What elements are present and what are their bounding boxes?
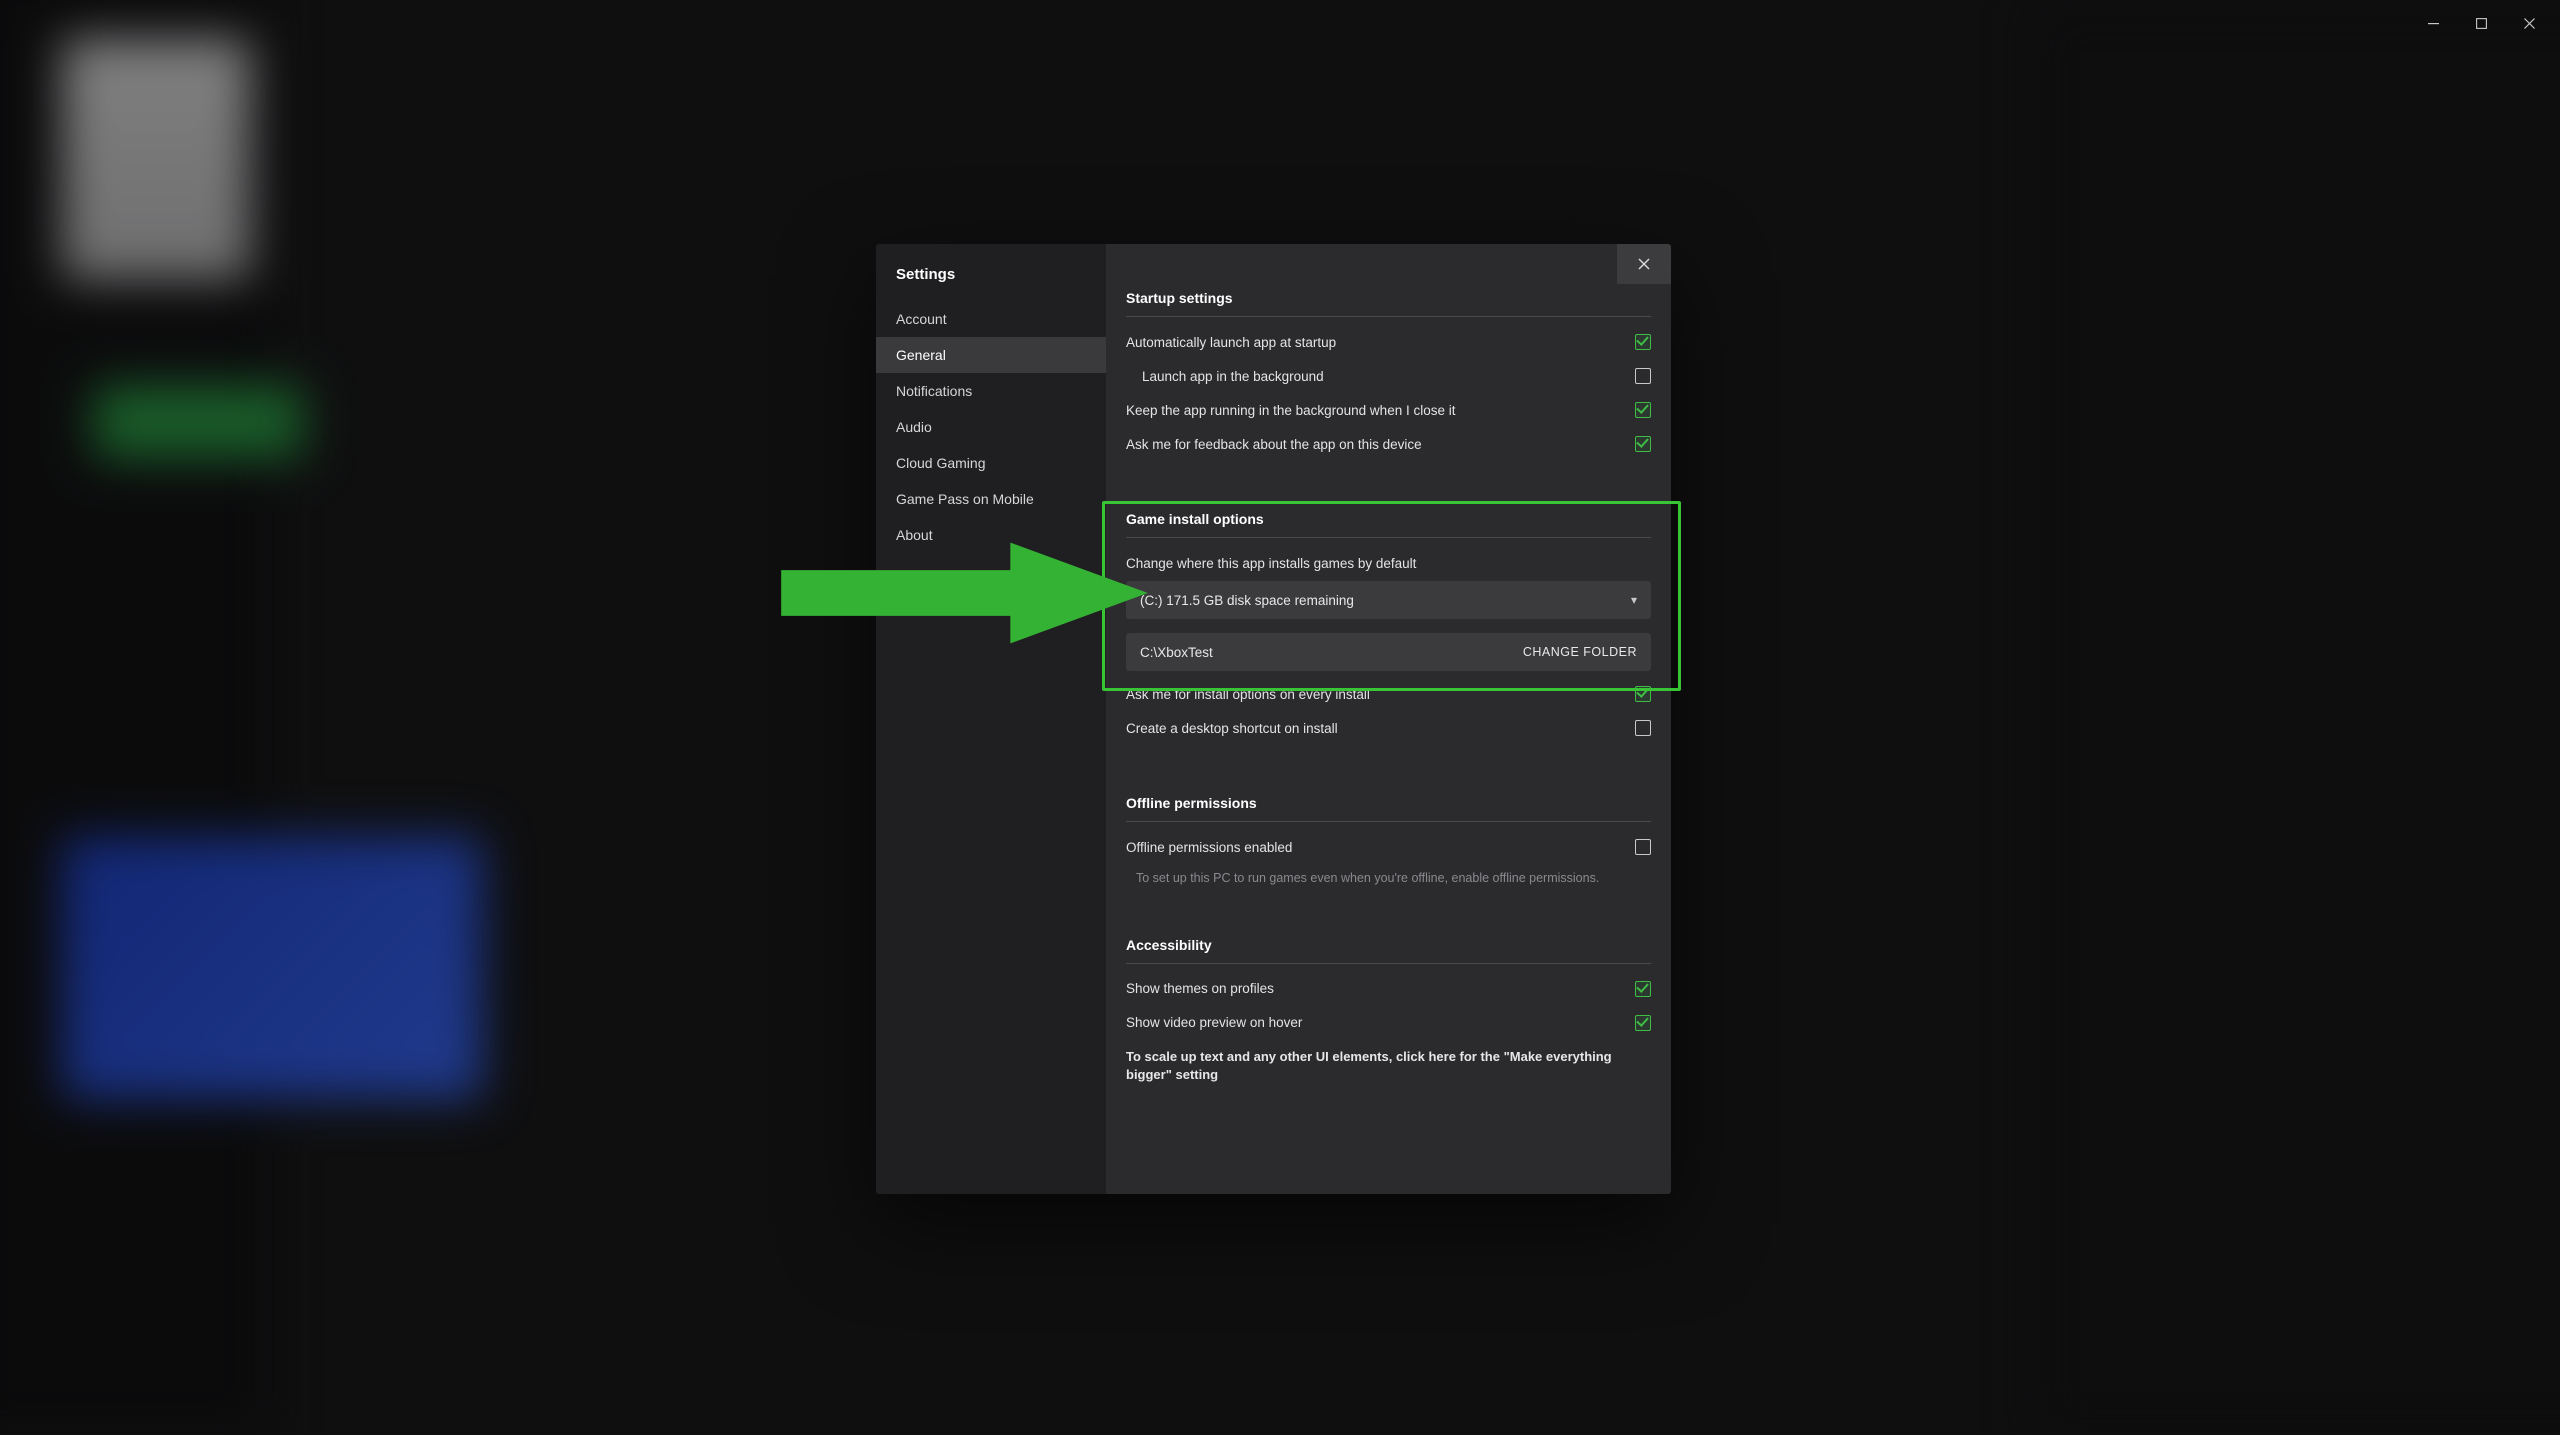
section-divider [1126,963,1651,964]
chevron-down-icon: ▾ [1631,593,1637,607]
section-startup: Startup settings Automatically launch ap… [1126,290,1651,461]
window-close-button[interactable] [2506,8,2552,38]
section-heading: Game install options [1126,511,1651,527]
section-heading: Offline permissions [1126,795,1651,811]
install-folder-field: C:\XboxTest CHANGE FOLDER [1126,633,1651,671]
restore-icon [2476,18,2487,29]
settings-nav-cloud-gaming[interactable]: Cloud Gaming [876,445,1106,481]
settings-nav-account[interactable]: Account [876,301,1106,337]
window-restore-button[interactable] [2458,8,2504,38]
settings-nav-general[interactable]: General [876,337,1106,373]
startup-keeprunning-checkbox[interactable] [1635,402,1651,418]
offline-enabled-label: Offline permissions enabled [1126,840,1292,855]
close-icon [2524,18,2535,29]
access-videopreview-checkbox[interactable] [1635,1015,1651,1031]
settings-dialog-title: Settings [876,244,1106,301]
install-shortcut-checkbox[interactable] [1635,720,1651,736]
install-shortcut-label: Create a desktop shortcut on install [1126,721,1338,736]
window-controls [2410,8,2552,38]
startup-feedback-checkbox[interactable] [1635,436,1651,452]
install-drive-selected: (C:) 171.5 GB disk space remaining [1140,593,1354,608]
settings-content: Startup settings Automatically launch ap… [1106,244,1671,1194]
access-themes-checkbox[interactable] [1635,981,1651,997]
section-divider [1126,821,1651,822]
section-heading: Accessibility [1126,937,1651,953]
startup-keeprunning-label: Keep the app running in the background w… [1126,403,1455,418]
access-themes-label: Show themes on profiles [1126,981,1274,996]
window-minimize-button[interactable] [2410,8,2456,38]
section-accessibility: Accessibility Show themes on profiles Sh… [1126,937,1651,1084]
install-change-folder-button[interactable]: CHANGE FOLDER [1523,645,1637,659]
access-scale-link[interactable]: To scale up text and any other UI elemen… [1126,1048,1651,1084]
section-divider [1126,316,1651,317]
install-change-where-label: Change where this app installs games by … [1126,556,1651,571]
install-drive-dropdown[interactable]: (C:) 171.5 GB disk space remaining ▾ [1126,581,1651,619]
install-ask-every-label: Ask me for install options on every inst… [1126,687,1370,702]
install-arrow-icon [767,538,1162,648]
settings-close-button[interactable] [1617,244,1671,284]
startup-autolaunch-label: Automatically launch app at startup [1126,335,1336,350]
startup-launchbg-checkbox[interactable] [1635,368,1651,384]
settings-nav-gamepass-mobile[interactable]: Game Pass on Mobile [876,481,1106,517]
settings-sidebar: Settings Account General Notifications A… [876,244,1106,1194]
section-divider [1126,537,1651,538]
section-install: Game install options Change where this a… [1126,511,1651,745]
offline-hint: To set up this PC to run games even when… [1126,864,1636,887]
access-videopreview-label: Show video preview on hover [1126,1015,1302,1030]
startup-launchbg-label: Launch app in the background [1142,369,1324,384]
section-offline: Offline permissions Offline permissions … [1126,795,1651,887]
settings-nav-audio[interactable]: Audio [876,409,1106,445]
startup-feedback-label: Ask me for feedback about the app on thi… [1126,437,1422,452]
close-icon [1638,258,1650,270]
settings-dialog: Settings Account General Notifications A… [876,244,1671,1194]
minimize-icon [2428,18,2439,29]
offline-enabled-checkbox[interactable] [1635,839,1651,855]
install-ask-every-checkbox[interactable] [1635,686,1651,702]
settings-nav-notifications[interactable]: Notifications [876,373,1106,409]
section-heading: Startup settings [1126,290,1651,306]
startup-autolaunch-checkbox[interactable] [1635,334,1651,350]
